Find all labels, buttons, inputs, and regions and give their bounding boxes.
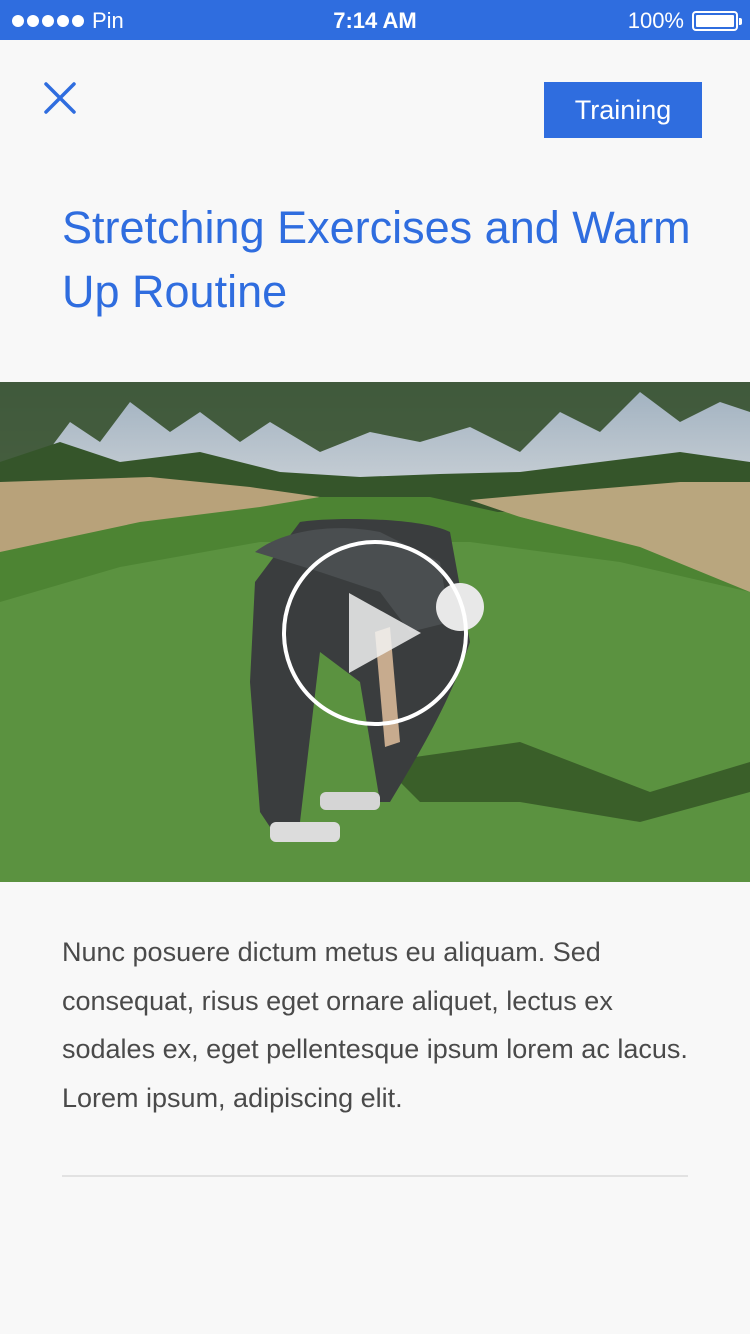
battery-status: 100% (627, 8, 742, 34)
page-title: Stretching Exercises and Warm Up Routine (62, 202, 691, 317)
divider (62, 1175, 688, 1177)
play-icon[interactable] (281, 539, 469, 727)
close-icon (44, 82, 76, 114)
battery-icon (692, 11, 742, 31)
battery-percentage: 100% (627, 8, 684, 33)
article-description: Nunc posuere dictum metus eu aliquam. Se… (62, 937, 688, 1113)
close-button[interactable] (40, 78, 80, 118)
video-player[interactable] (0, 382, 750, 882)
status-bar: Pin 7:14 AM 100% (0, 0, 750, 40)
training-tag-button[interactable]: Training (544, 82, 702, 138)
